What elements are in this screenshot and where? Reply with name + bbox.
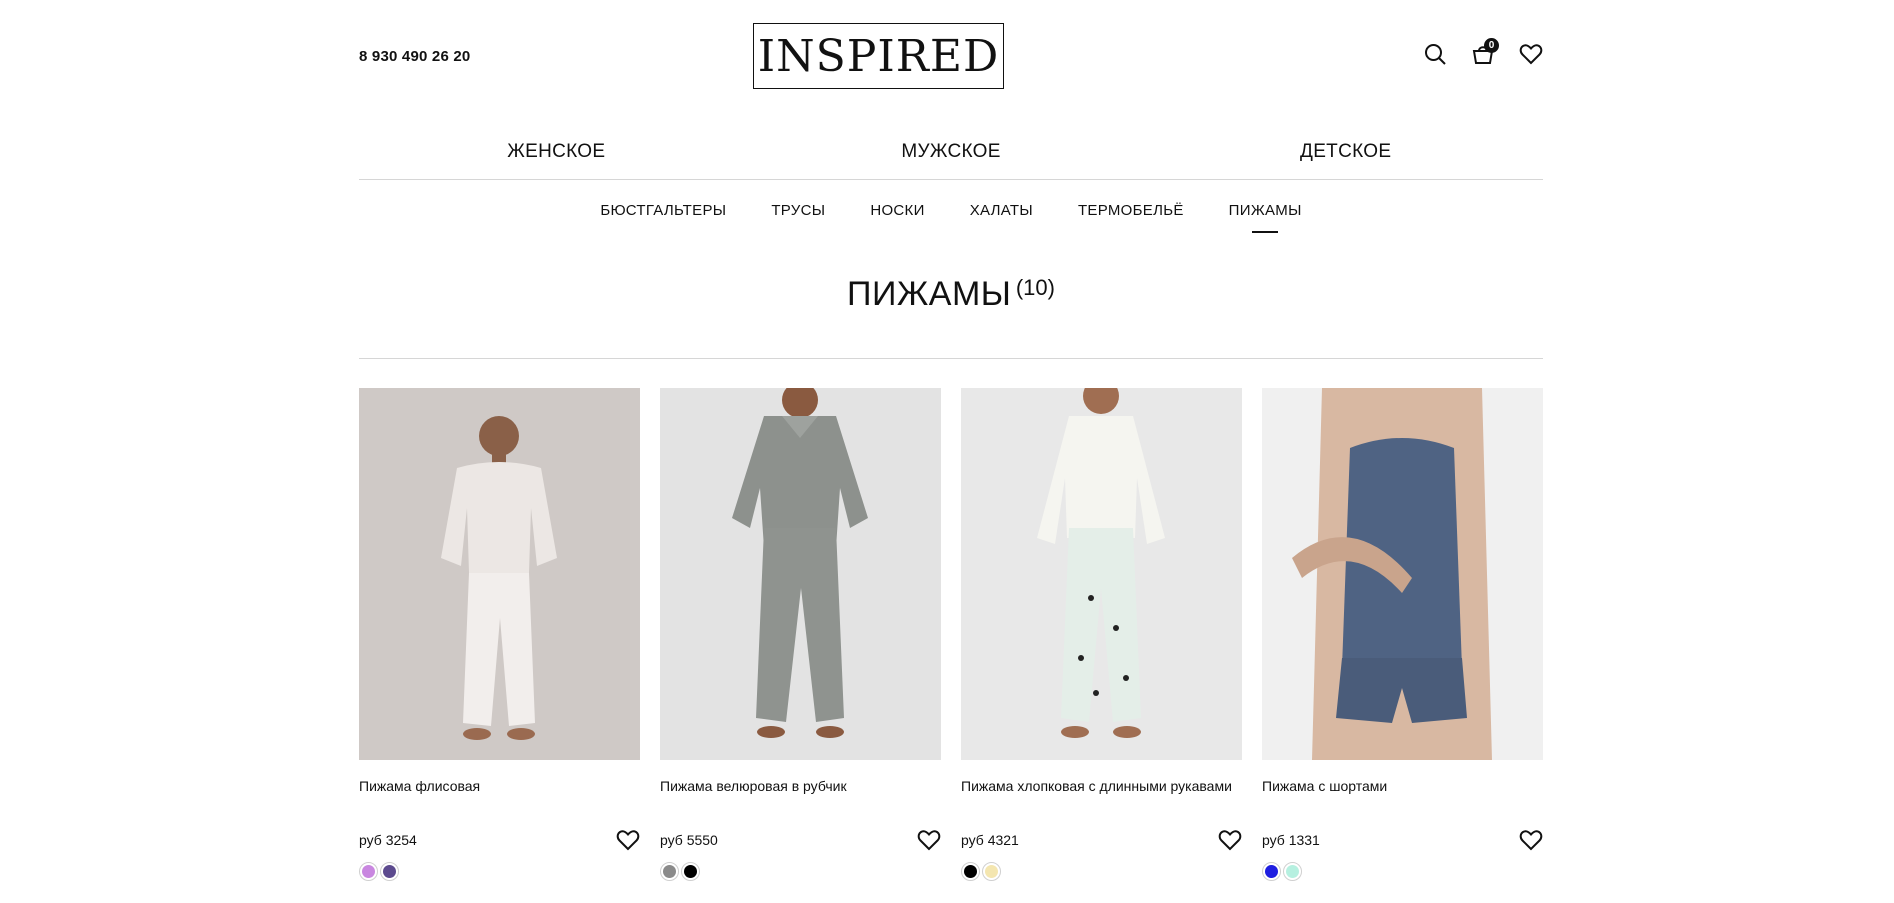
color-swatches (660, 862, 941, 881)
price-row: руб 4321 (961, 829, 1242, 851)
nav-women[interactable]: ЖЕНСКОЕ (359, 112, 754, 179)
product-name[interactable]: Пижама с шортами (1262, 778, 1543, 812)
color-swatch[interactable] (961, 862, 980, 881)
logo[interactable]: INSPIRED (753, 23, 1004, 89)
sub-nav-bras[interactable]: БЮСТГАЛЬТЕРЫ (600, 202, 726, 222)
sub-nav-thermal[interactable]: ТЕРМОБЕЛЬЁ (1078, 202, 1184, 222)
product-card[interactable]: Пижама велюровая в рубчик руб 5550 (660, 388, 941, 881)
color-swatches (961, 862, 1242, 881)
product-price: руб 1331 (1262, 832, 1320, 848)
heart-icon[interactable] (1519, 42, 1543, 66)
color-swatch[interactable] (1262, 862, 1281, 881)
page: 8 930 490 26 20 INSPIRED 0 ЖЕНСКОЕ МУЖСК… (359, 0, 1543, 881)
product-count: (10) (1015, 274, 1055, 300)
product-card[interactable]: Пижама флисовая руб 3254 (359, 388, 640, 881)
price-row: руб 3254 (359, 829, 640, 851)
product-price: руб 5550 (660, 832, 718, 848)
sub-nav-robes[interactable]: ХАЛАТЫ (970, 202, 1033, 222)
category-header: ПИЖАМЫ (10) (359, 235, 1543, 359)
heart-icon[interactable] (917, 829, 941, 851)
phone-number[interactable]: 8 930 490 26 20 (359, 48, 470, 65)
color-swatch[interactable] (1283, 862, 1302, 881)
header: 8 930 490 26 20 INSPIRED 0 (359, 0, 1543, 112)
product-price: руб 4321 (961, 832, 1019, 848)
nav-kids[interactable]: ДЕТСКОЕ (1148, 112, 1543, 179)
price-row: руб 5550 (660, 829, 941, 851)
product-photo[interactable] (359, 388, 640, 760)
search-icon[interactable] (1423, 42, 1447, 66)
product-card[interactable]: Пижама хлопковая с длинными рукавами руб… (961, 388, 1242, 881)
product-photo[interactable] (961, 388, 1242, 760)
sub-nav-socks[interactable]: НОСКИ (870, 202, 924, 222)
heart-icon[interactable] (616, 829, 640, 851)
sub-nav-briefs[interactable]: ТРУСЫ (771, 202, 825, 222)
cart-icon[interactable]: 0 (1471, 38, 1499, 66)
product-photo[interactable] (660, 388, 941, 760)
color-swatch[interactable] (660, 862, 679, 881)
main-nav: ЖЕНСКОЕ МУЖСКОЕ ДЕТСКОЕ (359, 112, 1543, 180)
price-row: руб 1331 (1262, 829, 1543, 851)
sub-nav-pajamas[interactable]: ПИЖАМЫ (1229, 202, 1302, 222)
product-card[interactable]: Пижама с шортами руб 1331 (1262, 388, 1543, 881)
product-name[interactable]: Пижама хлопковая с длинными рукавами (961, 778, 1242, 812)
nav-men[interactable]: МУЖСКОЕ (754, 112, 1149, 179)
sub-nav: БЮСТГАЛЬТЕРЫ ТРУСЫ НОСКИ ХАЛАТЫ ТЕРМОБЕЛ… (359, 180, 1543, 235)
color-swatch[interactable] (380, 862, 399, 881)
heart-icon[interactable] (1519, 829, 1543, 851)
cart-count-badge: 0 (1484, 38, 1499, 53)
color-swatch[interactable] (359, 862, 378, 881)
product-photo[interactable] (1262, 388, 1543, 760)
header-icons: 0 (1423, 38, 1543, 66)
product-price: руб 3254 (359, 832, 417, 848)
color-swatch[interactable] (982, 862, 1001, 881)
color-swatches (359, 862, 640, 881)
heart-icon[interactable] (1218, 829, 1242, 851)
color-swatch[interactable] (681, 862, 700, 881)
product-name[interactable]: Пижама флисовая (359, 778, 640, 812)
product-grid: Пижама флисовая руб 3254 Пижама велюрова… (359, 388, 1543, 881)
product-name[interactable]: Пижама велюровая в рубчик (660, 778, 941, 812)
page-title: ПИЖАМЫ (847, 275, 1012, 313)
color-swatches (1262, 862, 1543, 881)
